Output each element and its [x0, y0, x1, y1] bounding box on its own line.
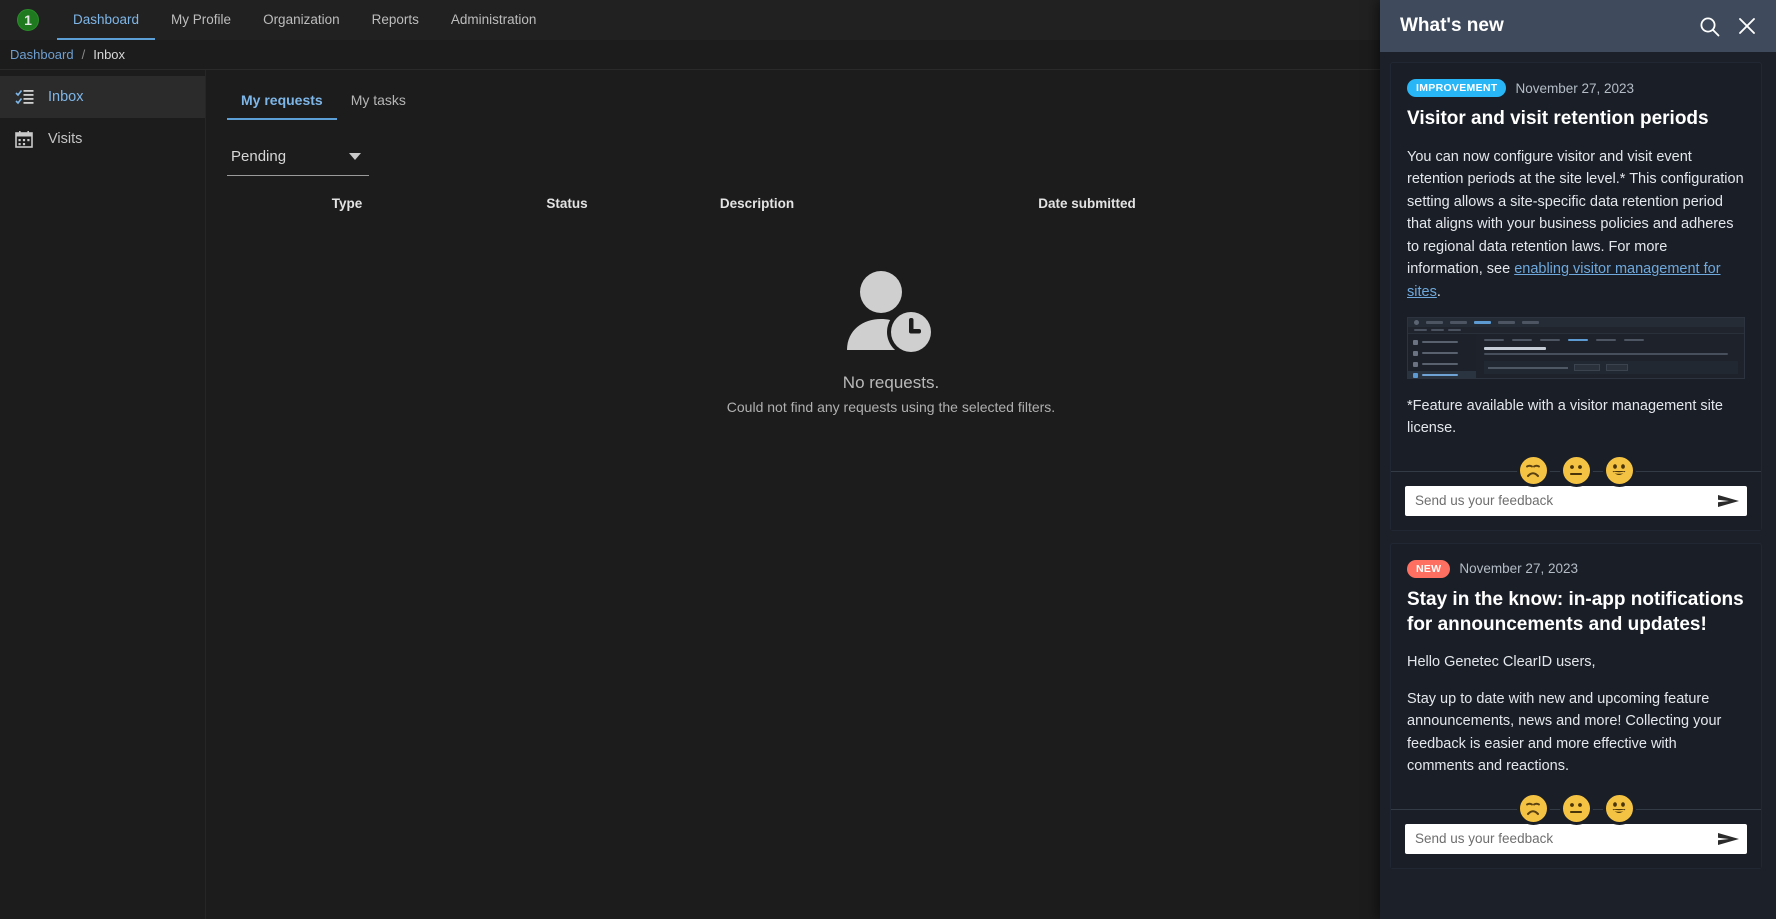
application-window: 1 Dashboard My Profile Organization Repo… — [0, 0, 1776, 919]
neutral-face-icon[interactable] — [1560, 454, 1593, 487]
nav-item-dashboard[interactable]: Dashboard — [57, 0, 155, 40]
sidebar: Inbox Visits — [0, 70, 206, 919]
breadcrumb-link-dashboard[interactable]: Dashboard — [10, 47, 74, 62]
reaction-buttons — [1407, 454, 1745, 487]
article-screenshot-thumbnail[interactable] — [1407, 317, 1745, 379]
column-header-description[interactable]: Description — [667, 196, 847, 211]
status-filter-select[interactable]: Pending — [227, 138, 369, 176]
reaction-buttons — [1407, 792, 1745, 825]
send-icon[interactable] — [1718, 831, 1739, 847]
notification-count-badge[interactable]: 1 — [17, 9, 39, 31]
whats-new-title: What's new — [1400, 15, 1684, 37]
empty-state-subtitle: Could not find any requests using the se… — [727, 399, 1055, 415]
breadcrumb-current-inbox: Inbox — [93, 47, 125, 62]
article-meta: IMPROVEMENT November 27, 2023 — [1407, 79, 1745, 97]
calendar-icon — [14, 129, 34, 149]
status-filter-value: Pending — [231, 148, 286, 165]
sidebar-item-inbox[interactable]: Inbox — [0, 76, 205, 118]
neutral-face-icon[interactable] — [1560, 792, 1593, 825]
article-greeting: Hello Genetec ClearID users, — [1407, 651, 1745, 673]
column-header-date-submitted[interactable]: Date submitted — [847, 196, 1327, 211]
whats-new-article-list[interactable]: IMPROVEMENT November 27, 2023 Visitor an… — [1380, 52, 1776, 919]
send-icon[interactable] — [1718, 493, 1739, 509]
whats-new-article: IMPROVEMENT November 27, 2023 Visitor an… — [1390, 62, 1762, 531]
column-header-type[interactable]: Type — [227, 196, 467, 211]
frowning-face-icon[interactable] — [1517, 792, 1550, 825]
column-header-status[interactable]: Status — [467, 196, 667, 211]
article-body: Hello Genetec ClearID users, Stay up to … — [1407, 651, 1745, 777]
person-clock-icon — [843, 270, 939, 361]
sidebar-item-visits[interactable]: Visits — [0, 118, 205, 160]
sidebar-item-label-visits: Visits — [48, 131, 82, 147]
article-footnote-wrap: *Feature available with a visitor manage… — [1407, 395, 1745, 440]
feedback-input-wrapper[interactable] — [1405, 486, 1747, 516]
article-text-before-link: You can now configure visitor and visit … — [1407, 149, 1744, 277]
checklist-icon — [14, 87, 34, 107]
nav-item-my-profile[interactable]: My Profile — [155, 0, 247, 40]
feedback-input[interactable] — [1415, 831, 1710, 846]
article-paragraph: You can now configure visitor and visit … — [1407, 146, 1745, 303]
empty-state-title: No requests. — [843, 373, 939, 393]
close-icon[interactable] — [1734, 13, 1760, 39]
article-title: Stay in the know: in-app notifications f… — [1407, 588, 1745, 637]
sidebar-item-label-inbox: Inbox — [48, 89, 83, 105]
feedback-input[interactable] — [1415, 493, 1710, 508]
search-icon[interactable] — [1696, 13, 1722, 39]
whats-new-header: What's new — [1380, 0, 1776, 52]
article-date: November 27, 2023 — [1515, 81, 1634, 96]
whats-new-article: NEW November 27, 2023 Stay in the know: … — [1390, 543, 1762, 869]
smiling-face-icon[interactable] — [1603, 454, 1636, 487]
breadcrumb-separator: / — [82, 47, 86, 62]
chevron-down-icon — [349, 153, 361, 160]
feedback-input-wrapper[interactable] — [1405, 824, 1747, 854]
nav-item-organization[interactable]: Organization — [247, 0, 356, 40]
article-date: November 27, 2023 — [1459, 561, 1578, 576]
nav-item-administration[interactable]: Administration — [435, 0, 553, 40]
article-body: You can now configure visitor and visit … — [1407, 146, 1745, 303]
article-footnote: *Feature available with a visitor manage… — [1407, 395, 1745, 440]
status-badge-improvement: IMPROVEMENT — [1407, 79, 1506, 97]
smiling-face-icon[interactable] — [1603, 792, 1636, 825]
whats-new-panel: What's new IMPROVEMENT November 27, 2 — [1380, 0, 1776, 919]
tab-my-tasks[interactable]: My tasks — [337, 84, 420, 120]
status-badge-new: NEW — [1407, 560, 1450, 578]
article-text-after-link: . — [1437, 284, 1441, 300]
article-meta: NEW November 27, 2023 — [1407, 560, 1745, 578]
article-paragraph: Stay up to date with new and upcoming fe… — [1407, 688, 1745, 778]
frowning-face-icon[interactable] — [1517, 454, 1550, 487]
nav-item-reports[interactable]: Reports — [356, 0, 435, 40]
tab-my-requests[interactable]: My requests — [227, 84, 337, 120]
article-title: Visitor and visit retention periods — [1407, 107, 1745, 132]
